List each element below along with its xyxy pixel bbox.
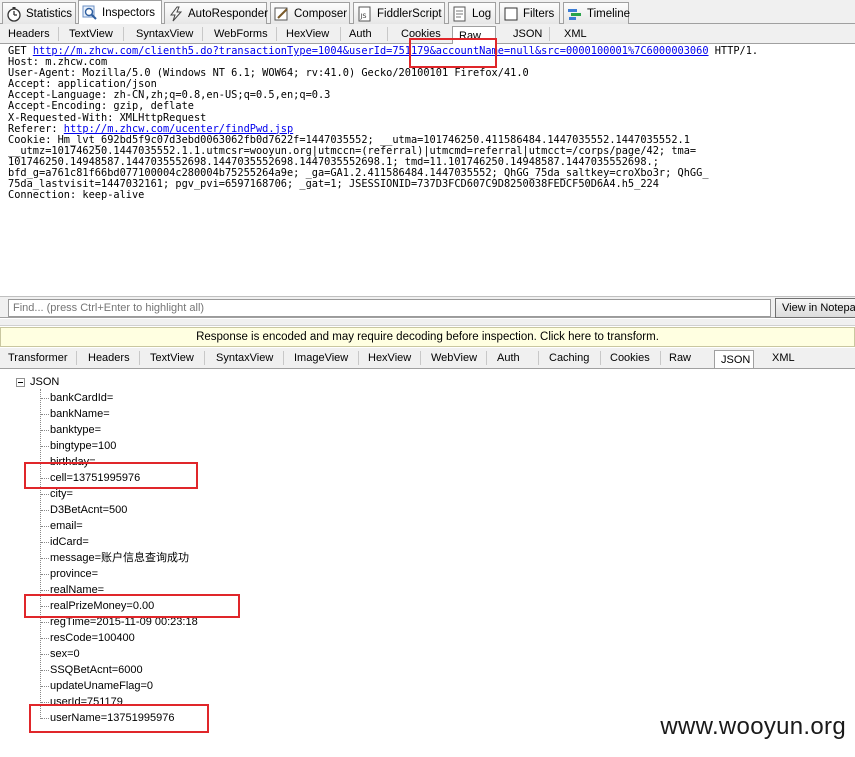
tab-composer[interactable]: Composer <box>270 2 350 24</box>
resp-tab-headers[interactable]: Headers <box>82 348 136 367</box>
json-tree-item[interactable]: resCode=100400 <box>50 631 135 645</box>
tab-label: Timeline <box>587 7 631 20</box>
req-tab-syntaxview[interactable]: SyntaxView <box>130 24 199 43</box>
json-tree-item[interactable]: updateUnameFlag=0 <box>50 679 153 693</box>
resp-tab-xml[interactable]: XML <box>766 348 801 367</box>
tab-fiddlerscript[interactable]: JS FiddlerScript <box>353 2 445 24</box>
decode-response-banner[interactable]: Response is encoded and may require deco… <box>0 327 855 347</box>
json-root-node[interactable]: JSON <box>30 375 59 389</box>
json-tree-item[interactable]: bingtype=100 <box>50 439 116 453</box>
watermark-text: www.wooyun.org <box>660 713 846 740</box>
top-tab-strip: Statistics Inspectors AutoResponder Comp… <box>0 0 855 25</box>
tab-log[interactable]: Log <box>448 2 496 24</box>
req-tab-webforms[interactable]: WebForms <box>208 24 274 43</box>
req-tab-textview[interactable]: TextView <box>63 24 119 43</box>
log-icon <box>452 6 468 22</box>
highlight-box-username <box>29 704 209 733</box>
response-tab-strip: Transformer Headers TextView SyntaxView … <box>0 348 855 369</box>
json-tree-item[interactable]: sex=0 <box>50 647 80 661</box>
highlight-box-userid-url <box>409 38 497 68</box>
json-tree-item[interactable]: city= <box>50 487 73 501</box>
json-tree-item[interactable]: bankCardId= <box>50 391 113 405</box>
find-input[interactable] <box>8 299 771 317</box>
tab-label: Composer <box>294 7 348 20</box>
json-tree-item[interactable]: province= <box>50 567 98 581</box>
view-in-notepad-button[interactable]: View in Notepad <box>775 298 855 318</box>
tab-label: Filters <box>523 7 555 20</box>
pane-splitter[interactable] <box>0 319 855 326</box>
highlight-box-cell <box>24 462 198 489</box>
json-tree-item[interactable]: message=账户信息查询成功 <box>50 551 189 565</box>
highlight-box-realprizemoney <box>24 594 240 618</box>
collapse-toggle-icon[interactable] <box>16 378 25 387</box>
json-tree-item[interactable]: banktype= <box>50 423 101 437</box>
tab-label: Statistics <box>26 7 73 20</box>
raw-request-view[interactable]: GET http://m.zhcw.com/clienth5.do?transa… <box>4 45 855 295</box>
resp-tab-imageview[interactable]: ImageView <box>288 348 354 367</box>
pencil-icon <box>274 6 290 22</box>
resp-tab-syntaxview[interactable]: SyntaxView <box>210 348 279 367</box>
tab-statistics[interactable]: Statistics <box>2 2 76 24</box>
tab-autoresponder[interactable]: AutoResponder <box>164 2 268 24</box>
request-url-link[interactable]: http://m.zhcw.com/clienth5.do?transactio… <box>33 45 709 57</box>
resp-tab-webview[interactable]: WebView <box>425 348 483 367</box>
req-tab-xml[interactable]: XML <box>558 24 593 43</box>
req-tab-headers[interactable]: Headers <box>2 24 56 43</box>
req-tab-auth[interactable]: Auth <box>343 24 378 43</box>
magnifier-icon <box>82 5 98 21</box>
tab-label: FiddlerScript <box>377 7 442 20</box>
svg-text:JS: JS <box>360 12 367 20</box>
req-tab-json[interactable]: JSON <box>507 24 548 43</box>
resp-tab-cookies[interactable]: Cookies <box>604 348 656 367</box>
json-tree-item[interactable]: bankName= <box>50 407 110 421</box>
json-tree-item[interactable]: SSQBetAcnt=6000 <box>50 663 143 677</box>
timeline-icon <box>567 6 583 22</box>
json-tree-item[interactable]: idCard= <box>50 535 89 549</box>
json-tree-item[interactable]: email= <box>50 519 83 533</box>
resp-tab-caching[interactable]: Caching <box>543 348 595 367</box>
resp-tab-raw[interactable]: Raw <box>663 348 697 367</box>
tab-inspectors[interactable]: Inspectors <box>78 0 162 25</box>
json-tree-item[interactable]: D3BetAcnt=500 <box>50 503 127 517</box>
lightning-icon <box>168 6 184 22</box>
tab-label: AutoResponder <box>188 7 268 20</box>
resp-tab-transformer[interactable]: Transformer <box>2 348 74 367</box>
resp-tab-auth[interactable]: Auth <box>491 348 526 367</box>
resp-tab-json[interactable]: JSON <box>714 350 754 368</box>
find-bar: View in Notepad <box>0 296 855 318</box>
tab-label: Inspectors <box>102 7 156 19</box>
req-tab-hexview[interactable]: HexView <box>280 24 335 43</box>
connection-header: Connection: keep-alive <box>8 189 145 202</box>
request-protocol: HTTP/1. <box>708 45 759 57</box>
tab-timeline[interactable]: Timeline <box>563 2 631 24</box>
script-icon: JS <box>357 6 373 22</box>
resp-tab-hexview[interactable]: HexView <box>362 348 417 367</box>
json-tree-view[interactable]: JSON bankCardId= bankName= banktype= bingty… <box>0 370 855 757</box>
checkbox-icon <box>503 6 519 22</box>
resp-tab-textview[interactable]: TextView <box>144 348 200 367</box>
tab-filters[interactable]: Filters <box>499 2 560 24</box>
stopwatch-icon <box>6 6 22 22</box>
tab-label: Log <box>472 7 492 20</box>
